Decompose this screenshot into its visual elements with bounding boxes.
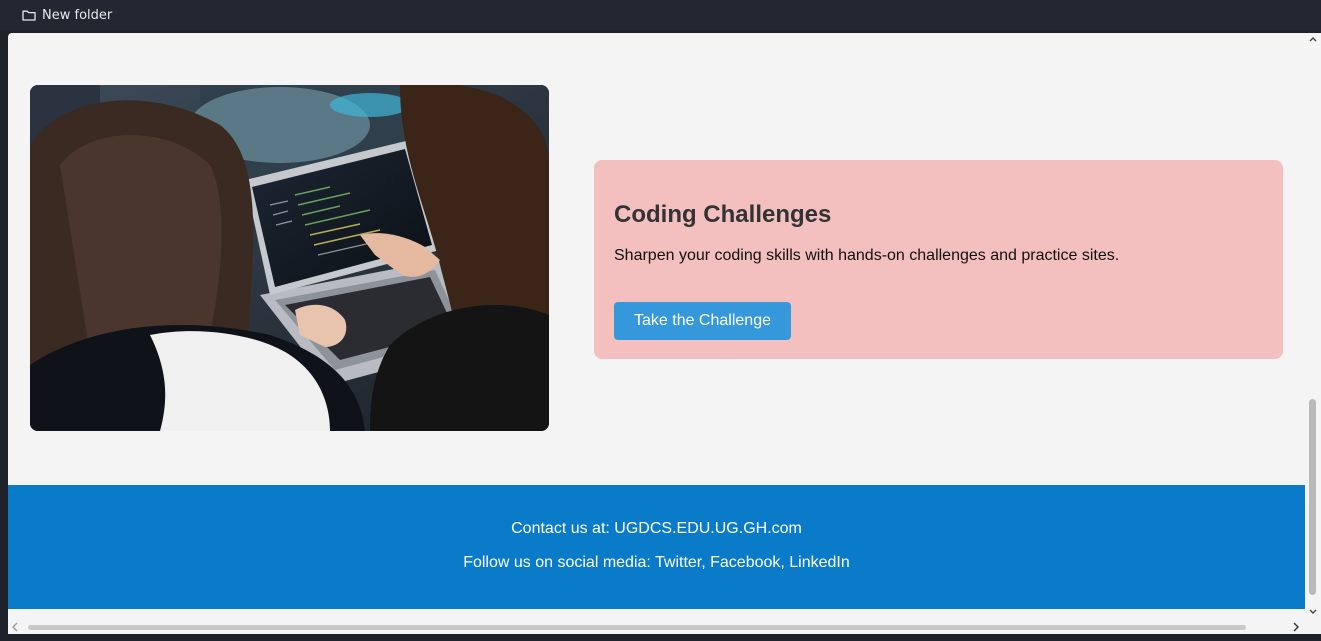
footer-social: Follow us on social media: Twitter, Face… (463, 554, 850, 571)
scrollbar-corner (1305, 620, 1321, 634)
footer: Contact us at: UGDCS.EDU.UG.GH.com Follo… (8, 485, 1305, 609)
chevron-up-icon[interactable] (1308, 34, 1318, 46)
vertical-scroll-thumb[interactable] (1309, 399, 1316, 595)
chevron-down-icon[interactable] (1308, 607, 1318, 619)
chevron-right-icon[interactable] (1291, 620, 1301, 634)
footer-contact: Contact us at: UGDCS.EDU.UG.GH.com (511, 520, 802, 537)
horizontal-scroll-thumb[interactable] (28, 625, 1246, 630)
chevron-left-icon[interactable] (10, 620, 20, 634)
page-viewport: Coding Challenges Sharpen your coding sk… (8, 33, 1305, 620)
card-description: Sharpen your coding skills with hands-on… (614, 247, 1120, 264)
horizontal-scrollbar[interactable] (8, 620, 1305, 634)
window-bottom-edge (0, 634, 1321, 641)
coding-photo (30, 85, 549, 431)
bookmarks-bar: New folder (0, 0, 1321, 30)
bookmark-folder-new-folder[interactable]: New folder (22, 6, 112, 24)
folder-icon (22, 9, 36, 21)
coding-challenges-card: Coding Challenges Sharpen your coding sk… (594, 160, 1283, 359)
card-title: Coding Challenges (614, 201, 832, 228)
vertical-scrollbar[interactable] (1305, 33, 1321, 620)
bookmark-label: New folder (42, 7, 113, 23)
take-the-challenge-button[interactable]: Take the Challenge (614, 302, 791, 340)
